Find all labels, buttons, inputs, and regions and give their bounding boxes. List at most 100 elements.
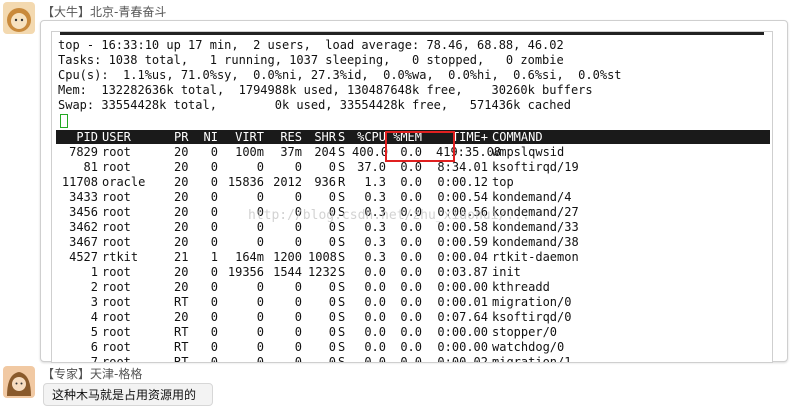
- process-time: 0:00.54: [437, 190, 488, 204]
- process-pid: 7829: [69, 145, 98, 159]
- process-pid: 1: [90, 265, 98, 279]
- process-ni: 0: [210, 235, 218, 249]
- process-shr: 204: [314, 145, 336, 159]
- cpu-mem-highlight: [385, 131, 455, 162]
- process-res: 0: [294, 280, 302, 294]
- column-header-user: USER: [102, 130, 131, 144]
- process-mem: 0.0: [400, 235, 422, 249]
- column-header-res: RES: [280, 130, 302, 144]
- process-virt: 19356: [227, 265, 264, 279]
- process-ni: 0: [210, 280, 218, 294]
- process-time: 0:00.00: [437, 280, 488, 294]
- process-user: root: [102, 235, 131, 249]
- process-virt: 0: [256, 325, 264, 339]
- process-pr: RT: [174, 340, 189, 354]
- process-shr: 0: [328, 280, 336, 294]
- process-ni: 0: [210, 325, 218, 339]
- terminal-screenshot: top - 16:33:10 up 17 min, 2 users, load …: [51, 31, 773, 363]
- process-state: S: [338, 355, 346, 363]
- process-user: root: [102, 265, 131, 279]
- process-pr: 20: [174, 145, 189, 159]
- process-state: S: [338, 325, 346, 339]
- process-state: S: [338, 310, 346, 324]
- process-command: watchdog/0: [492, 340, 565, 354]
- process-res: 37m: [280, 145, 302, 159]
- process-res: 0: [294, 190, 302, 204]
- process-mem: 0.0: [400, 340, 422, 354]
- process-res: 1544: [273, 265, 302, 279]
- process-shr: 0: [328, 190, 336, 204]
- process-virt: 0: [256, 160, 264, 174]
- process-command: ksoftirqd/19: [492, 160, 579, 174]
- process-cpu: 0.3: [364, 190, 386, 204]
- process-virt: 0: [256, 190, 264, 204]
- process-virt: 0: [256, 280, 264, 294]
- terminal-top-border: [60, 32, 764, 35]
- process-cpu: 0.3: [364, 235, 386, 249]
- process-shr: 0: [328, 295, 336, 309]
- process-mem: 0.0: [400, 190, 422, 204]
- column-header-command: COMMAND: [492, 130, 543, 144]
- process-mem: 0.0: [400, 160, 422, 174]
- avatar[interactable]: [3, 366, 35, 398]
- process-time: 0:00.00: [437, 340, 488, 354]
- process-res: 1200: [273, 250, 302, 264]
- process-user: root: [102, 220, 131, 234]
- process-user: root: [102, 340, 131, 354]
- summary-line: Cpu(s): 1.1%us, 71.0%sy, 0.0%ni, 27.3%id…: [58, 68, 622, 82]
- process-pr: 20: [174, 175, 189, 189]
- process-cpu: 0.3: [364, 250, 386, 264]
- process-virt: 0: [256, 310, 264, 324]
- process-state: S: [338, 280, 346, 294]
- summary-line: Mem: 132282636k total, 1794988k used, 13…: [58, 83, 593, 97]
- process-shr: 936: [314, 175, 336, 189]
- process-ni: 0: [210, 340, 218, 354]
- process-cpu: 0.0: [364, 310, 386, 324]
- process-cpu: 0.0: [364, 325, 386, 339]
- sender-name: 【大牛】北京-青春奋斗: [42, 5, 167, 19]
- process-pid: 81: [83, 160, 98, 174]
- process-shr: 0: [328, 355, 336, 363]
- process-command: kondemand/4: [492, 190, 572, 204]
- column-header-pid: PID: [76, 130, 98, 144]
- message-bubble: top - 16:33:10 up 17 min, 2 users, load …: [40, 20, 788, 363]
- process-mem: 0.0: [400, 355, 422, 363]
- process-time: 0:00.01: [437, 295, 488, 309]
- process-command: ksoftirqd/0: [492, 310, 572, 324]
- process-ni: 0: [210, 190, 218, 204]
- process-shr: 0: [328, 160, 336, 174]
- process-cpu: 0.0: [364, 295, 386, 309]
- process-user: root: [102, 145, 131, 159]
- process-virt: 0: [256, 295, 264, 309]
- process-ni: 0: [210, 265, 218, 279]
- process-virt: 0: [256, 355, 264, 363]
- avatar[interactable]: [3, 2, 35, 34]
- process-cpu: 400.0: [352, 145, 389, 159]
- process-user: root: [102, 190, 131, 204]
- process-pid: 3462: [69, 220, 98, 234]
- process-res: 0: [294, 355, 302, 363]
- process-mem: 0.0: [400, 325, 422, 339]
- process-ni: 0: [210, 295, 218, 309]
- process-pr: RT: [174, 295, 189, 309]
- process-command: rtkit-daemon: [492, 250, 579, 264]
- process-command: top: [492, 175, 514, 189]
- process-shr: 0: [328, 325, 336, 339]
- process-user: rtkit: [102, 250, 139, 264]
- process-user: root: [102, 205, 131, 219]
- summary-line: Tasks: 1038 total, 1 running, 1037 sleep…: [58, 53, 564, 67]
- process-ni: 0: [210, 205, 218, 219]
- process-command: kthreadd: [492, 280, 550, 294]
- chat-message: 这种木马就是占用资源用的: [43, 383, 213, 406]
- process-user: oracle: [102, 175, 146, 189]
- process-pr: 20: [174, 280, 189, 294]
- process-mem: 0.0: [400, 280, 422, 294]
- process-mem: 0.0: [400, 175, 422, 189]
- process-state: S: [338, 190, 346, 204]
- column-header-virt: VIRT: [235, 130, 264, 144]
- process-res: 2012: [273, 175, 302, 189]
- process-pr: 20: [174, 205, 189, 219]
- process-cpu: 0.0: [364, 280, 386, 294]
- process-shr: 0: [328, 310, 336, 324]
- process-time: 0:00.00: [437, 325, 488, 339]
